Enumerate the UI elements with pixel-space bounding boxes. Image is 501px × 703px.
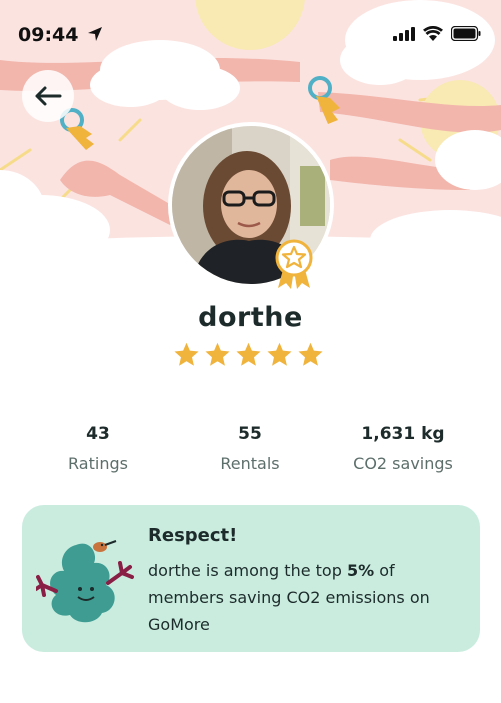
rating-stars xyxy=(173,341,324,368)
status-time: 09:44 xyxy=(18,24,103,46)
stat-label: Rentals xyxy=(220,454,280,473)
status-bar: 09:44 xyxy=(0,0,501,70)
respect-title: Respect! xyxy=(148,525,238,546)
location-arrow-icon xyxy=(88,27,103,41)
arrow-left-icon xyxy=(35,86,62,106)
stat-ratings[interactable]: 43 Ratings xyxy=(18,420,178,473)
cellular-signal-icon xyxy=(393,26,415,41)
stat-value: 1,631 kg xyxy=(361,424,445,444)
respect-text: dorthe is among the top 5% of members sa… xyxy=(148,561,430,634)
star-icon xyxy=(174,342,199,366)
tree-mascot-illustration xyxy=(36,540,134,623)
award-ribbon-icon xyxy=(275,239,313,289)
stat-label: CO2 savings xyxy=(353,454,453,473)
star-icon xyxy=(205,342,230,366)
star-icon xyxy=(267,342,292,366)
profile-stats: 43 Ratings 55 Rentals 1,631 kg CO2 savin… xyxy=(0,420,501,490)
respect-highlight: 5% xyxy=(346,561,375,580)
stat-rentals: 55 Rentals xyxy=(170,420,330,473)
star-icon xyxy=(298,342,323,366)
stat-co2-savings: 1,631 kg CO2 savings xyxy=(323,420,483,473)
battery-icon xyxy=(451,26,481,41)
back-button[interactable] xyxy=(22,70,74,122)
wifi-icon xyxy=(423,26,443,41)
stat-value: 43 xyxy=(86,424,110,444)
star-icon xyxy=(236,342,261,366)
stat-value: 55 xyxy=(238,424,262,444)
profile-username: dorthe xyxy=(198,302,303,333)
respect-card: Respect! dorthe is among the top 5% of m… xyxy=(22,505,480,652)
stat-label: Ratings xyxy=(68,454,128,473)
